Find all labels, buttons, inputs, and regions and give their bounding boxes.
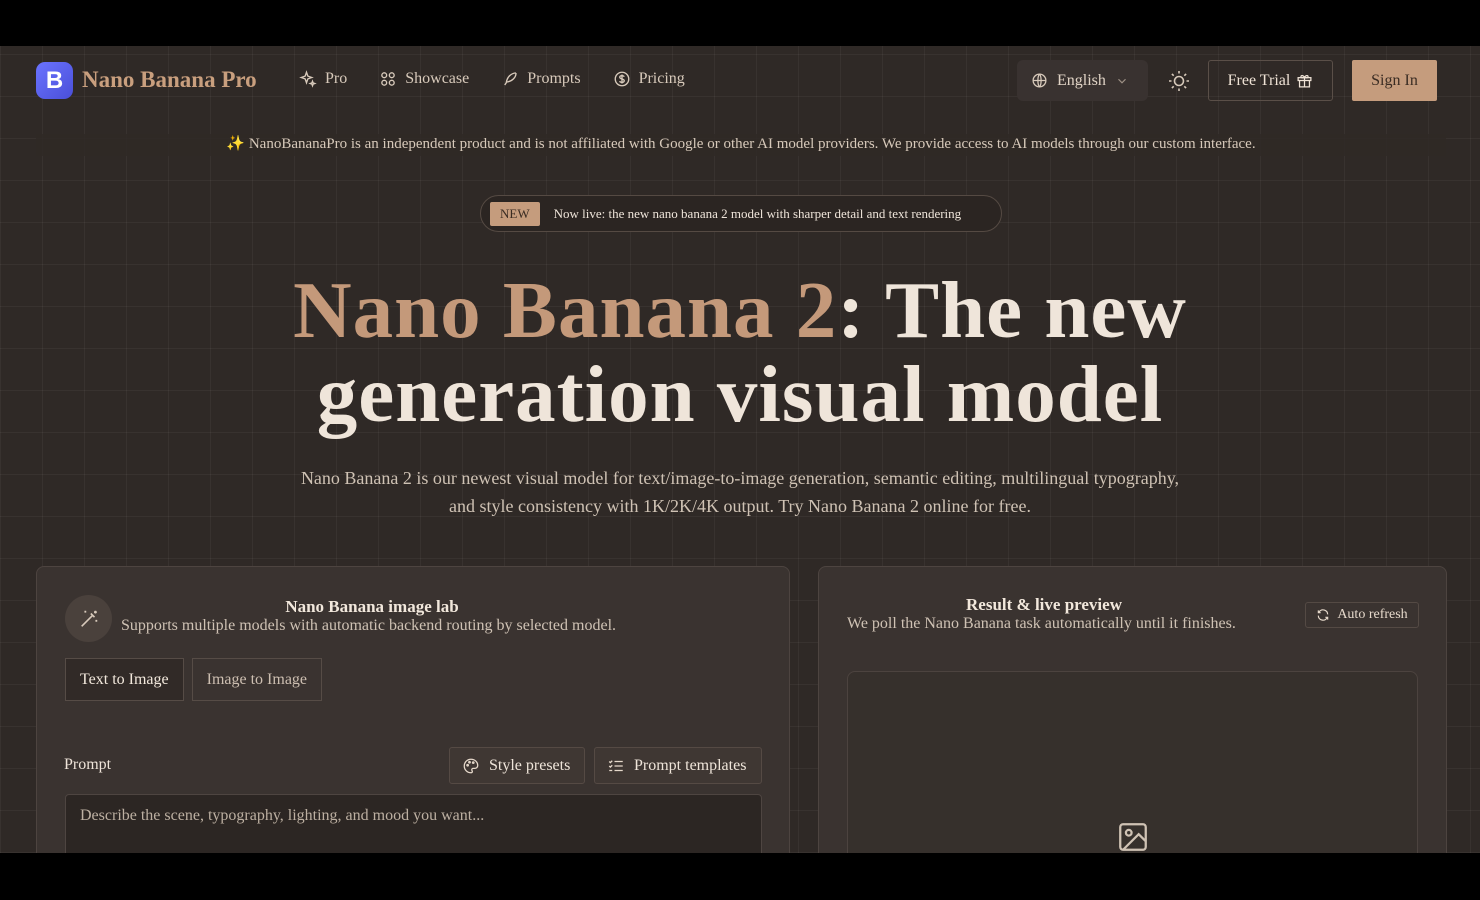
hero-title: Nano Banana 2: The new generation visual… <box>0 268 1480 436</box>
logo-letter: B <box>45 66 64 94</box>
tab-text-to-image[interactable]: Text to Image <box>65 658 184 701</box>
nav-item-pro[interactable]: Pro <box>299 70 347 88</box>
grid-icon <box>381 72 396 86</box>
nav-label: Showcase <box>405 70 470 87</box>
style-presets-label: Style presets <box>489 756 571 774</box>
tab-image-to-image[interactable]: Image to Image <box>191 658 323 701</box>
feather-icon <box>504 72 517 86</box>
announcement-text: Now live: the new nano banana 2 model wi… <box>553 205 962 221</box>
hero-line-1-rest: : The new <box>837 265 1187 355</box>
result-subtitle: We poll the Nano Banana task automatical… <box>847 615 1236 632</box>
language-selector[interactable]: English <box>1017 60 1148 101</box>
image-lab-panel: Nano Banana image lab Supports multiple … <box>36 566 790 853</box>
prompt-input[interactable]: Describe the scene, typography, lighting… <box>65 794 762 853</box>
lab-title: Nano Banana image lab <box>285 597 459 616</box>
hero-line-2: generation visual model <box>316 349 1164 439</box>
prompt-templates-label: Prompt templates <box>634 756 747 774</box>
sun-icon[interactable] <box>1167 69 1191 93</box>
main-nav: Pro Showcase Prompts Pricing <box>299 70 717 88</box>
disclaimer-notice: ✨ NanoBananaPro is an independent produc… <box>36 134 1446 156</box>
nav-item-prompts[interactable]: Prompts <box>501 70 581 88</box>
sparkle-icon <box>299 70 317 88</box>
logo[interactable]: B <box>36 62 73 99</box>
new-badge: NEW <box>490 201 540 226</box>
preview-area <box>847 671 1418 853</box>
lab-subtitle: Supports multiple models with automatic … <box>121 617 617 634</box>
style-presets-button[interactable]: Style presets <box>449 747 585 784</box>
result-title: Result & live preview <box>966 595 1122 614</box>
palette-icon <box>463 758 479 773</box>
nav-label: Pricing <box>638 70 685 87</box>
auto-refresh-button[interactable]: Auto refresh <box>1305 602 1419 628</box>
image-placeholder-icon <box>1119 823 1147 851</box>
nav-label: Pro <box>325 70 348 87</box>
gift-icon <box>1297 74 1312 88</box>
dollar-icon <box>614 71 629 87</box>
brand-name[interactable]: Nano Banana Pro <box>82 67 257 93</box>
nav-item-pricing[interactable]: Pricing <box>613 70 685 88</box>
sign-in-button[interactable]: Sign In <box>1352 60 1437 101</box>
free-trial-button[interactable]: Free Trial <box>1208 60 1333 101</box>
nav-item-showcase[interactable]: Showcase <box>379 70 469 88</box>
prompt-templates-button[interactable]: Prompt templates <box>594 747 762 784</box>
mode-tabs: Text to Image Image to Image <box>65 658 323 701</box>
auto-refresh-label: Auto refresh <box>1337 607 1408 622</box>
chevron-down-icon <box>1117 78 1126 84</box>
free-trial-label: Free Trial <box>1227 71 1291 89</box>
refresh-icon <box>1318 609 1329 621</box>
language-label: English <box>1057 71 1106 89</box>
hero-accent: Nano Banana 2 <box>293 265 838 355</box>
announcement-pill[interactable]: NEW Now live: the new nano banana 2 mode… <box>480 195 1002 232</box>
globe-icon <box>1032 73 1047 88</box>
site-header: B Nano Banana Pro Pro Showcase Prompts P… <box>36 60 1438 102</box>
letterbox-top <box>0 0 1480 46</box>
nav-label: Prompts <box>527 70 581 87</box>
prompt-label: Prompt <box>64 756 112 773</box>
page: B Nano Banana Pro Pro Showcase Prompts P… <box>0 46 1480 853</box>
hero-subtitle: Nano Banana 2 is our newest visual model… <box>300 468 1180 516</box>
checklist-icon <box>608 759 623 771</box>
letterbox-bottom <box>0 853 1480 900</box>
result-panel: Result & live preview We poll the Nano B… <box>818 566 1447 853</box>
hero-line-1: Nano Banana 2: The new <box>0 268 1480 352</box>
